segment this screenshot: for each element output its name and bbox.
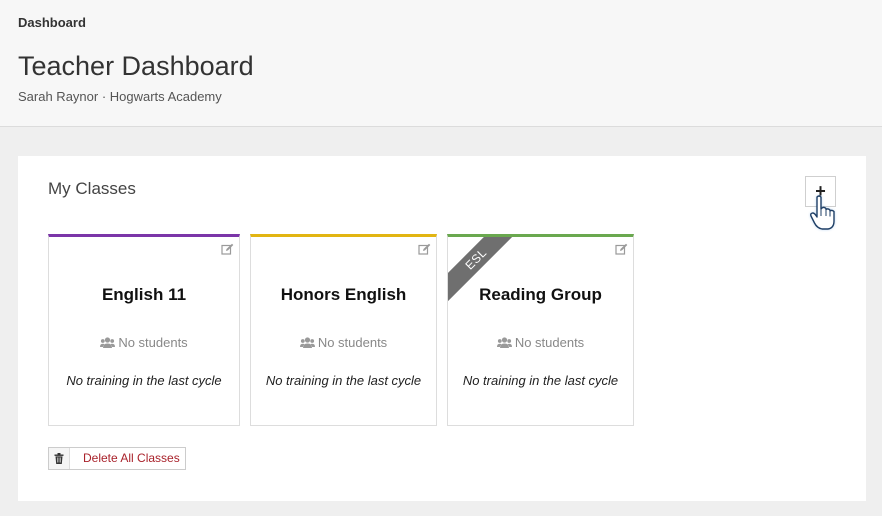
users-icon: [100, 337, 116, 348]
training-status: No training in the last cycle: [66, 373, 222, 388]
student-count: No students: [49, 335, 239, 350]
class-card-honors-english[interactable]: Honors English No students No training i…: [250, 234, 437, 426]
delete-all-classes-button[interactable]: Delete All Classes: [48, 447, 186, 470]
my-classes-panel: My Classes + English 11 No students No t…: [18, 156, 866, 501]
users-icon: [496, 337, 512, 348]
class-card-reading-group[interactable]: ESL Reading Group No students No trainin…: [447, 234, 634, 426]
student-count-text: No students: [514, 335, 585, 350]
page-header: Dashboard Teacher Dashboard Sarah Raynor…: [0, 0, 882, 127]
hand-pointer-icon: [808, 194, 838, 237]
breadcrumb[interactable]: Dashboard: [18, 15, 86, 30]
trash-icon: [49, 448, 70, 469]
class-name: English 11: [101, 285, 187, 304]
page-title: Teacher Dashboard: [18, 51, 254, 81]
edit-icon[interactable]: [221, 242, 234, 260]
student-count-text: No students: [118, 335, 188, 350]
edit-icon[interactable]: [418, 242, 431, 260]
page-subtitle: Sarah Raynor · Hogwarts Academy: [18, 89, 222, 104]
training-status: No training in the last cycle: [265, 373, 422, 388]
class-card-english-11[interactable]: English 11 No students No training in th…: [48, 234, 240, 426]
student-count: No students: [448, 335, 633, 350]
training-status: No training in the last cycle: [462, 373, 619, 388]
users-icon: [299, 337, 315, 348]
student-count: No students: [251, 335, 436, 350]
delete-all-label: Delete All Classes: [83, 451, 180, 465]
edit-icon[interactable]: [615, 242, 628, 260]
panel-title: My Classes: [48, 179, 136, 198]
student-count-text: No students: [317, 335, 388, 350]
class-name: Honors English: [280, 285, 407, 304]
class-name: Reading Group: [479, 285, 602, 304]
